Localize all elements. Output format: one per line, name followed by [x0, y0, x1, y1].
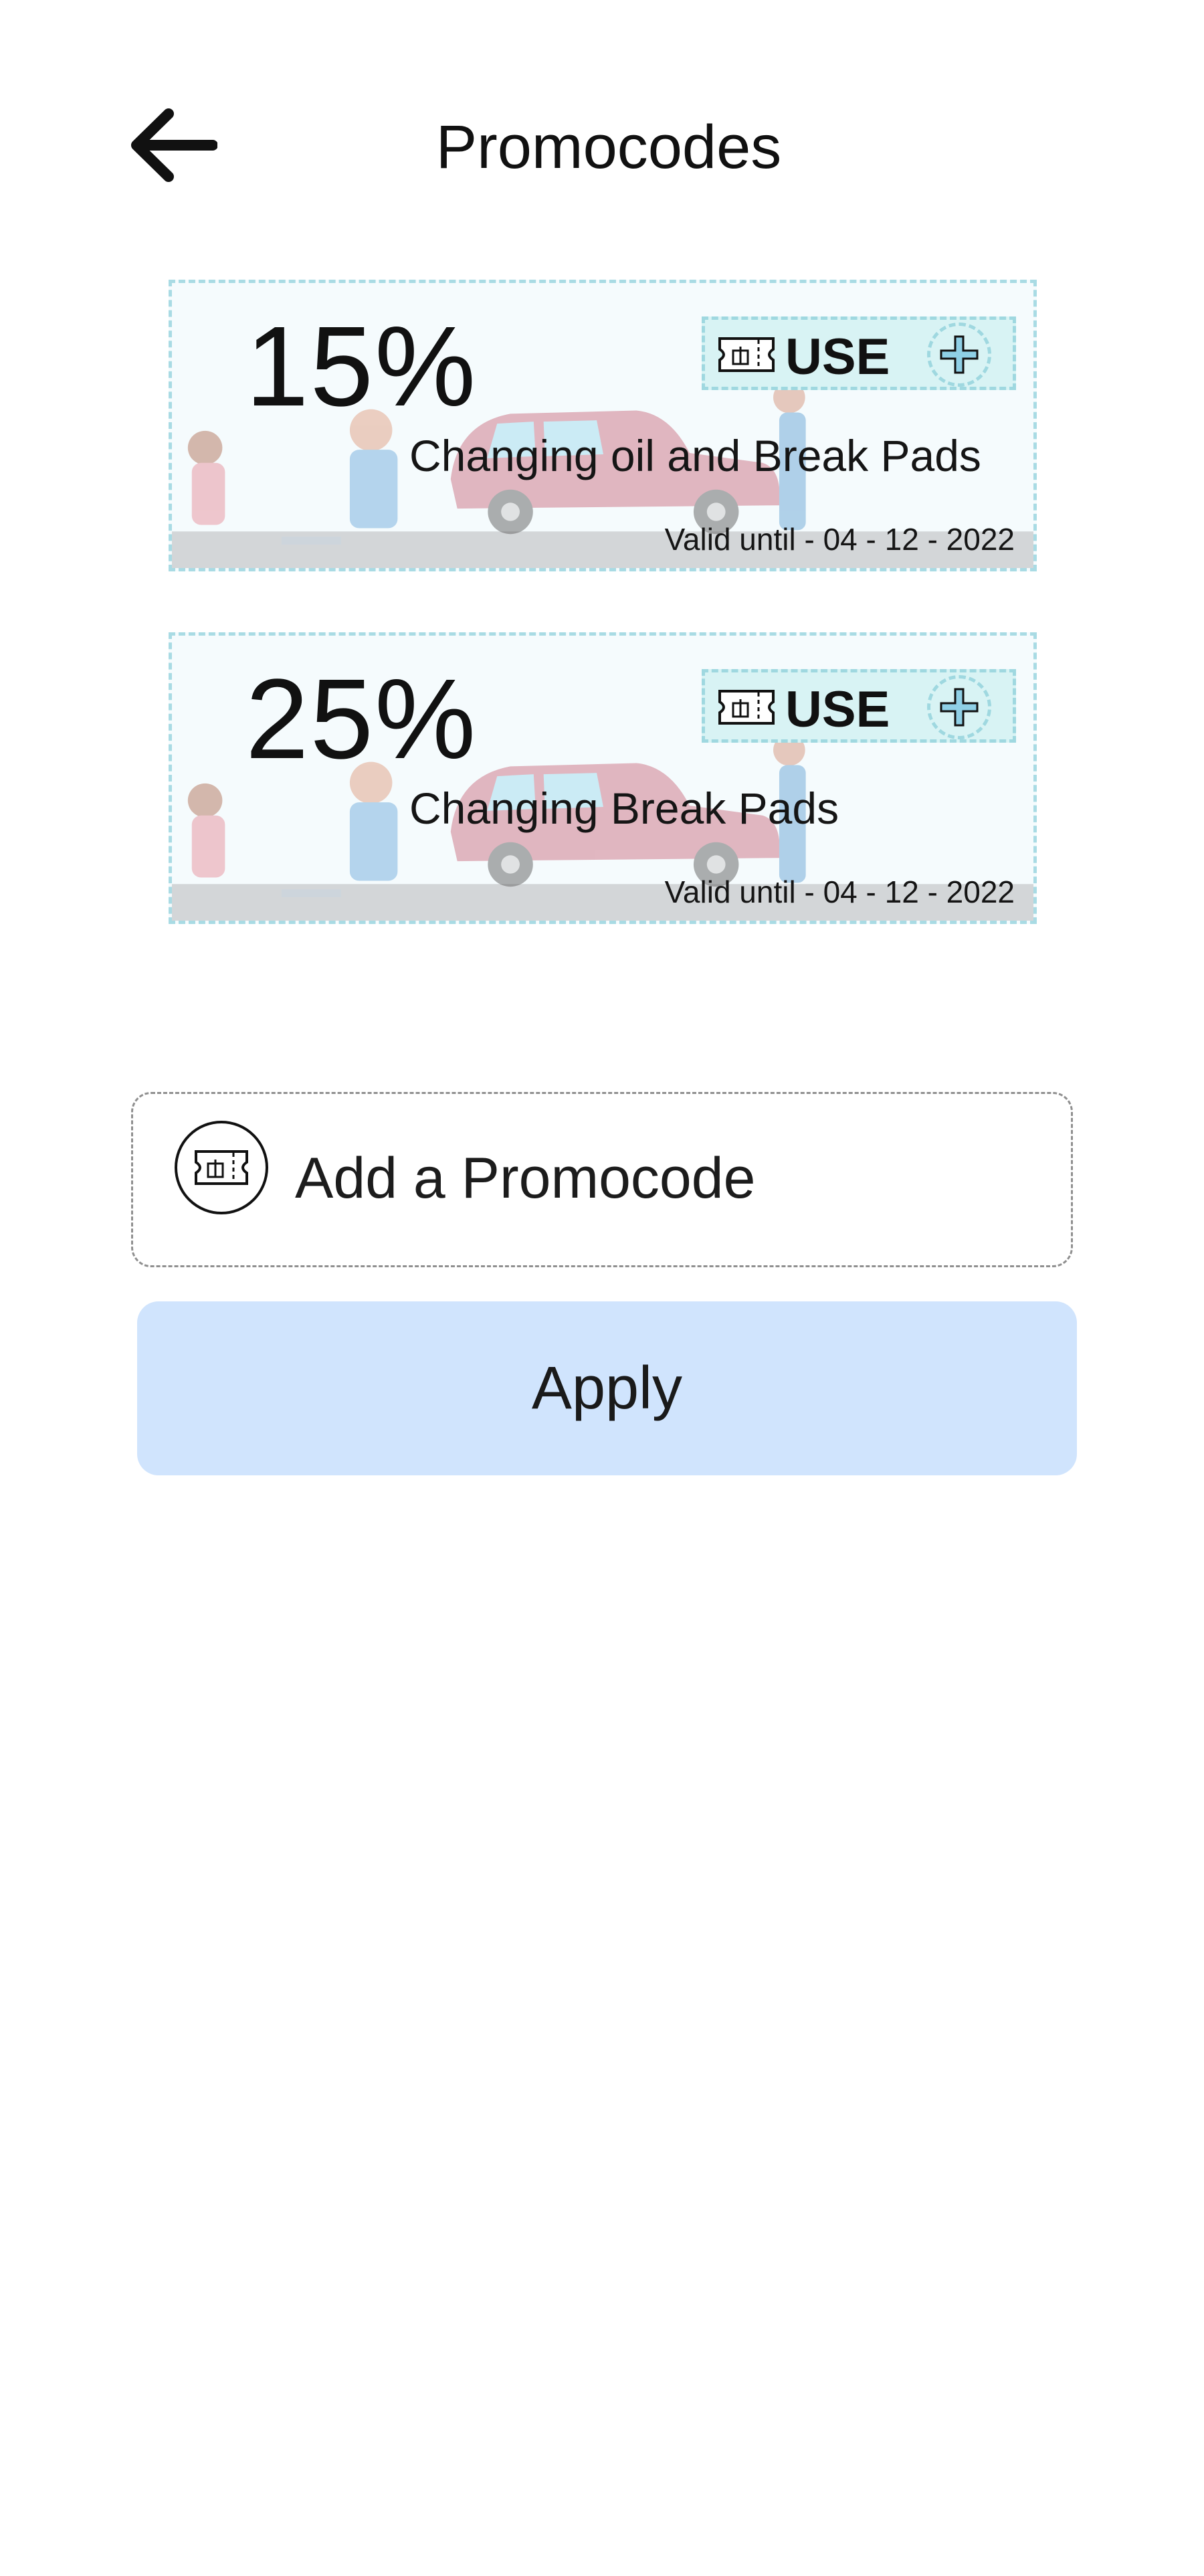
ticket-icon — [718, 690, 775, 725]
use-label: USE — [785, 681, 890, 738]
valid-until-text: Valid until - 04 - 12 - 2022 — [664, 875, 1015, 909]
promocode-card: 15% Changing oil and Break Pads Valid un… — [169, 280, 1037, 571]
ticket-icon — [718, 337, 775, 372]
promocode-field[interactable] — [131, 1092, 1073, 1267]
plus-icon — [927, 675, 991, 739]
ticket-icon — [175, 1121, 268, 1214]
valid-until-text: Valid until - 04 - 12 - 2022 — [664, 522, 1015, 557]
promocode-description: Changing oil and Break Pads — [409, 431, 981, 480]
promocode-card: 25% Changing Break Pads Valid until - 04… — [169, 632, 1037, 924]
discount-percent: 15% — [245, 303, 478, 430]
page-title: Promocodes — [435, 113, 782, 181]
use-promocode-button[interactable]: USE — [702, 669, 1016, 743]
use-promocode-button[interactable]: USE — [702, 316, 1016, 390]
promocode-input[interactable] — [294, 1134, 1032, 1222]
use-label: USE — [785, 329, 890, 385]
promocode-description: Changing Break Pads — [409, 784, 839, 833]
apply-button[interactable]: Apply — [137, 1301, 1077, 1475]
plus-icon — [927, 323, 991, 387]
discount-percent: 25% — [245, 656, 478, 783]
